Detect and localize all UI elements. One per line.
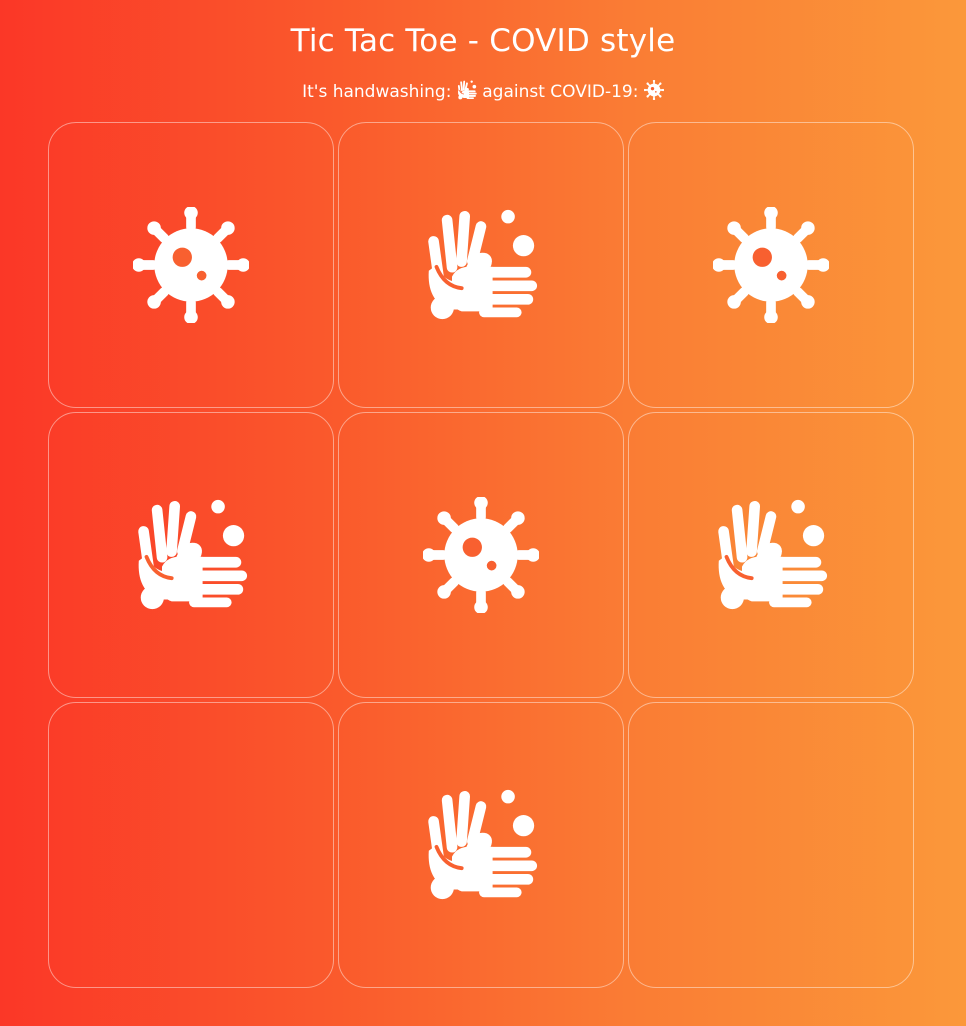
board-cell-9[interactable] (628, 702, 914, 988)
handwashing-icon (133, 497, 249, 613)
handwashing-icon (423, 787, 539, 903)
board-cell-6[interactable] (628, 412, 914, 698)
handwashing-icon (457, 80, 477, 100)
game-board (48, 122, 914, 988)
virus-icon (423, 497, 539, 613)
subtitle-prefix: It's handwashing: (302, 82, 452, 102)
handwashing-icon (423, 207, 539, 323)
handwashing-icon (713, 497, 829, 613)
board-cell-5[interactable] (338, 412, 624, 698)
board-cell-2[interactable] (338, 122, 624, 408)
subtitle: It's handwashing: against COVID-19: (0, 80, 966, 104)
board-cell-7[interactable] (48, 702, 334, 988)
board-cell-1[interactable] (48, 122, 334, 408)
board-cell-4[interactable] (48, 412, 334, 698)
board-cell-3[interactable] (628, 122, 914, 408)
page-title: Tic Tac Toe - COVID style (290, 23, 676, 59)
virus-icon (713, 207, 829, 323)
virus-icon (644, 80, 664, 100)
board-cell-8[interactable] (338, 702, 624, 988)
subtitle-middle: against COVID-19: (482, 82, 639, 102)
virus-icon (133, 207, 249, 323)
